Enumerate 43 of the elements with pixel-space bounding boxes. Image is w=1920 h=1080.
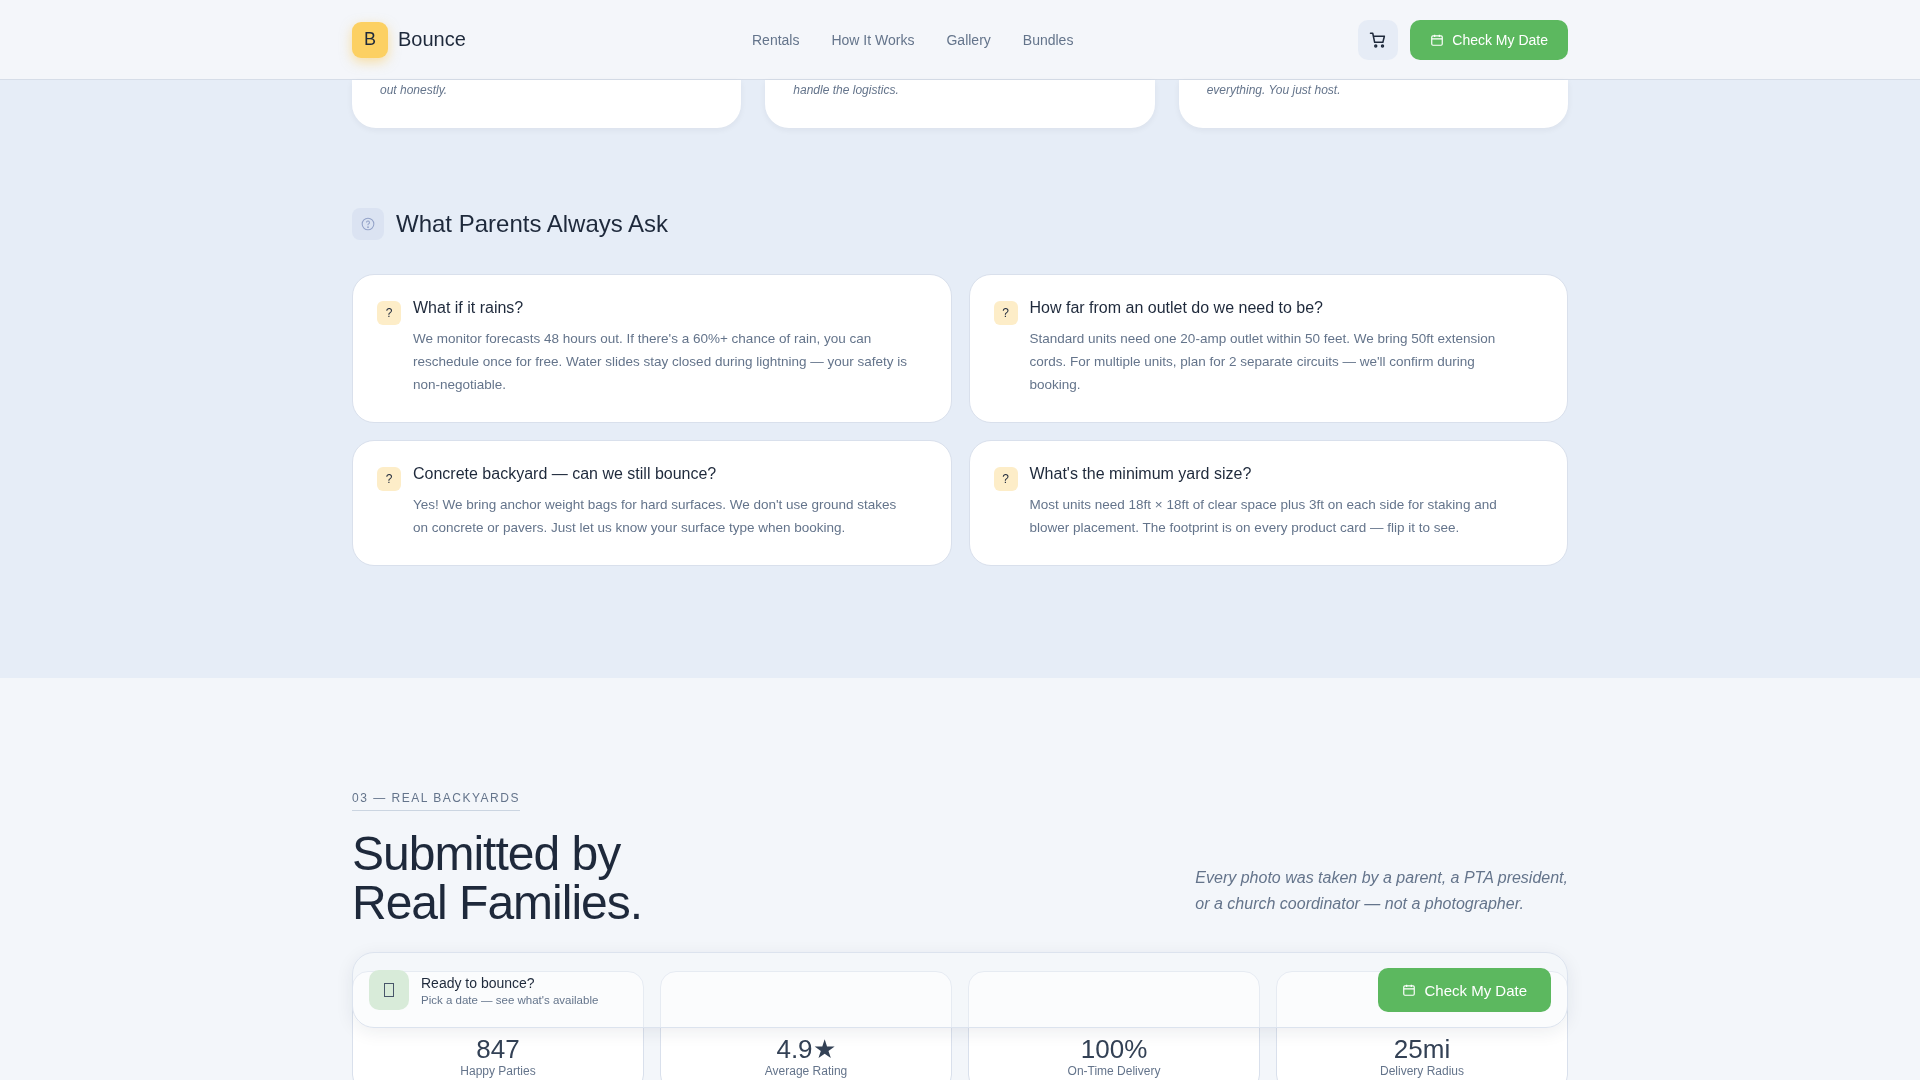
question-text: What's the minimum yard size? [1029,465,1253,483]
nav-link[interactable]: How It Works [831,31,915,48]
question-text: What if it rains? [413,299,525,317]
stat-value: 4.9★ [776,1036,836,1062]
calendar-icon [1402,983,1417,997]
booking-subtitle: Pick a date — see what's available [421,993,600,1006]
logo-badge[interactable]: B [352,21,388,58]
cart-button[interactable] [1358,19,1399,60]
help-icon [352,208,384,240]
stat-label: On-Time Delivery [1067,1065,1161,1078]
answer-text: Most units need 18ft × 18ft of clear space plus 3ft on each side for staking and blower placement. The footprint is on every product card — flip it to see. [1029,496,1498,537]
booking-title: Ready to bounce? [421,974,536,991]
nav-link[interactable]: Rentals [752,31,800,48]
answer-text: Yes! We bring anchor weight bags for hard surfaces. We don't use ground stakes on concrete or pavers. Just let us know your surface type when booking. [413,496,898,537]
question-mark-badge: ? [993,467,1018,491]
calendar-icon [1430,32,1445,47]
stat-value: 100% [1080,1036,1148,1062]
question-mark-badge: ? [993,301,1018,325]
section-title: What Parents Always Ask [396,210,669,238]
stat-value: 847 [476,1036,520,1062]
stat-label: Average Rating [764,1065,848,1078]
stat-value: 25mi [1393,1036,1451,1062]
feature-text: handle the logistics. [793,82,899,98]
nav-link[interactable]: Bundles [1022,31,1074,48]
check-date-button[interactable]: Check My Date [1378,968,1551,1012]
question-text: How far from an outlet do we need to be? [1029,299,1324,317]
feature-text: everything. You just host. [1206,82,1341,98]
feature-text: out honestly. [380,82,448,98]
answer-text: We monitor forecasts 48 hours out. If there's a 60%+ chance of rain, you can reschedule once for free. Water slides stay closed during lightning — your safety is non-negotiable. [413,330,908,394]
gallery-title: Submitted by Real Families. [352,829,643,927]
brand-name[interactable]: Bounce [398,28,466,51]
question-mark-badge: ? [377,301,401,325]
stat-label: Happy Parties [460,1065,536,1078]
question-mark-badge: ? [377,467,401,491]
nav-link[interactable]: Gallery [946,31,991,48]
section-eyebrow: 03 — REAL BACKYARDS [352,791,520,811]
rectangle-icon [369,970,409,1010]
stat-label: Delivery Radius [1380,1065,1464,1078]
question-text: Concrete backyard — can we still bounce? [413,465,718,483]
answer-text: Standard units need one 20-amp outlet within 50 feet. We bring 50ft extension cords. For multiple units, plan for 2 separate circuits — we'll confirm during booking. [1029,330,1497,394]
cart-icon [1369,30,1388,49]
gallery-note: Every photo was taken by a parent, a PTA president, or a church coordinator — not a photographer. [1195,868,1568,914]
check-date-button[interactable]: Check My Date [1410,19,1568,60]
